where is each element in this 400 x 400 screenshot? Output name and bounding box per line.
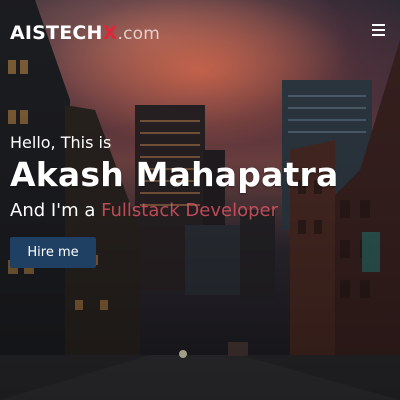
hero-intro: Hello, This is Akash Mahapatra And I'm a… [10,133,338,221]
hero-name: Akash Mahapatra [10,155,339,194]
hire-me-button[interactable]: Hire me [10,237,96,268]
logo-domain-text: .com [117,24,161,44]
hero-section: AISTECHX.com Hello, This is Akash Mahapa… [0,0,400,400]
logo-accent-text: X [102,22,118,44]
hero-greeting: Hello, This is [10,133,112,152]
hero-role: And I'm a Fullstack Developer [10,200,338,221]
navbar: AISTECHX.com [0,0,400,64]
role-typed-text: Fullstack Developer [101,200,279,221]
site-logo[interactable]: AISTECHX.com [10,22,160,44]
hamburger-menu-icon[interactable] [372,24,388,38]
logo-main-text: AISTECH [10,22,103,44]
role-prefix: And I'm a [10,200,102,221]
